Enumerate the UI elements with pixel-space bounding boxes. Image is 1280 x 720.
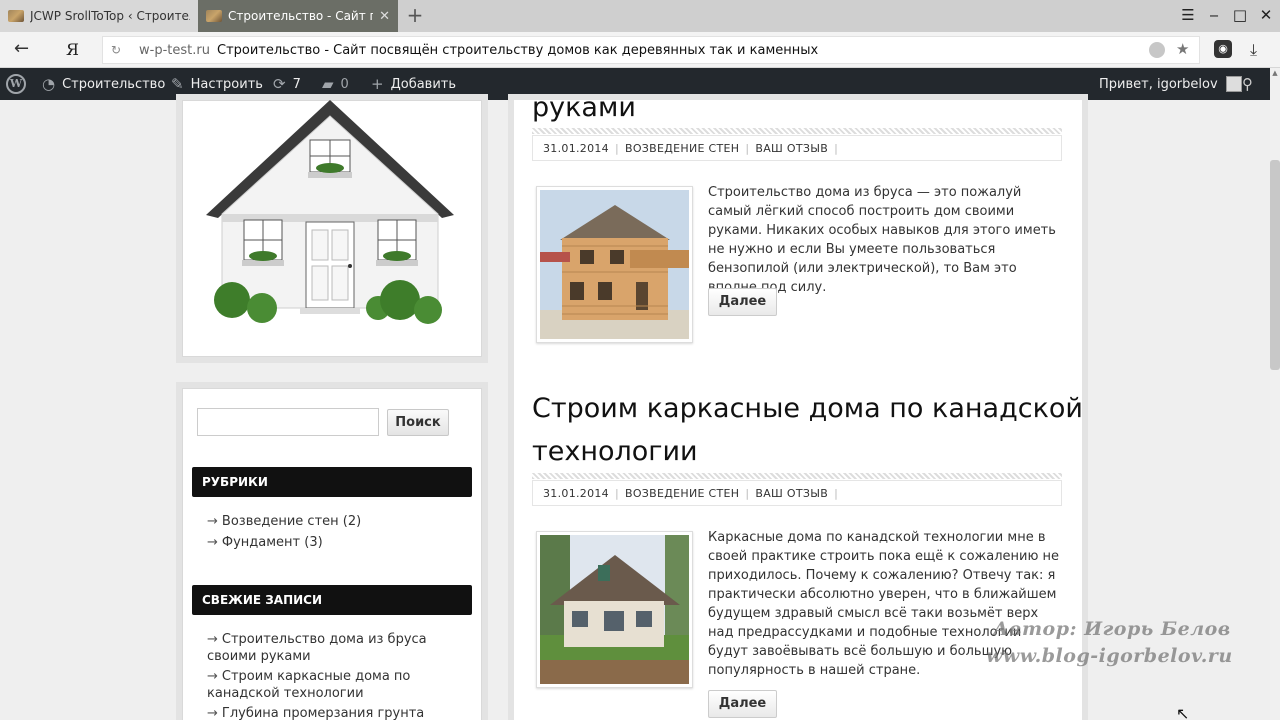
updates-menu[interactable]: ⟳ 7 bbox=[273, 68, 301, 100]
recent-post-link[interactable]: → Строим каркасные дома по канадской техн… bbox=[207, 668, 467, 702]
recent-posts-widget-title: СВЕЖИЕ ЗАПИСИ bbox=[192, 585, 472, 615]
scrollbar-thumb[interactable] bbox=[1270, 160, 1280, 370]
url-field[interactable]: ↻ w-p-test.ru Строительство - Сайт посвя… bbox=[102, 36, 1200, 64]
post-category-link[interactable]: ВОЗВЕДЕНИЕ СТЕН bbox=[625, 142, 739, 155]
category-item[interactable]: → Возведение стен (2) bbox=[207, 513, 361, 530]
blog-url-watermark: www.blog-igorbelov.ru bbox=[986, 645, 1233, 667]
post-title[interactable]: Строим каркасные дома по канадской техно… bbox=[532, 387, 1083, 473]
post-comments-link[interactable]: ВАШ ОТЗЫВ bbox=[755, 142, 828, 155]
arrow-right-icon: → bbox=[207, 514, 218, 529]
site-favicon-icon bbox=[206, 10, 222, 22]
address-bar: ← Я ↻ w-p-test.ru Строительство - Сайт п… bbox=[0, 32, 1280, 68]
site-name-label: Строительство bbox=[62, 76, 166, 92]
protect-icon[interactable] bbox=[1149, 42, 1165, 58]
author-watermark: Автор: Игорь Белов bbox=[993, 618, 1231, 640]
post-title-line1: Строим каркасные дома по канадской bbox=[532, 393, 1083, 424]
arrow-right-icon: → bbox=[207, 535, 218, 550]
browser-tab-jcwp[interactable]: JCWP SrollToTop ‹ Строительство bbox=[0, 0, 198, 32]
plus-icon: + bbox=[371, 75, 384, 93]
maximize-icon[interactable]: □ bbox=[1230, 6, 1250, 24]
recent-post-line2: канадской технологии bbox=[207, 686, 364, 701]
post-thumbnail[interactable] bbox=[536, 186, 693, 343]
search-button[interactable]: Поиск bbox=[387, 409, 449, 436]
post-date: 31.01.2014 bbox=[543, 486, 609, 500]
comments-menu[interactable]: ▰ 0 bbox=[322, 68, 349, 100]
post-title[interactable]: руками bbox=[532, 86, 636, 129]
read-more-button[interactable]: Далее bbox=[708, 288, 777, 316]
comments-count: 0 bbox=[340, 76, 349, 92]
yandex-logo[interactable]: Я bbox=[66, 40, 79, 59]
minimize-icon[interactable]: ‒ bbox=[1204, 6, 1224, 24]
tab-close-icon[interactable]: ✕ bbox=[379, 9, 390, 24]
tab-title: Строительство - Сайт посвящён строительс… bbox=[228, 9, 373, 23]
url-page-title: Строительство - Сайт посвящён строительс… bbox=[217, 43, 819, 58]
avatar bbox=[1225, 76, 1242, 92]
menu-icon[interactable]: ☰ bbox=[1178, 6, 1198, 24]
frame-house-photo bbox=[540, 535, 689, 684]
download-icon[interactable]: ⤓ bbox=[1250, 40, 1257, 60]
site-favicon-icon bbox=[8, 10, 24, 22]
post-date: 31.01.2014 bbox=[543, 141, 609, 155]
location-icon[interactable]: ◉ bbox=[1214, 40, 1232, 58]
account-menu[interactable]: Привет, igorbelov bbox=[1099, 68, 1242, 100]
site-name-menu[interactable]: ◔ Строительство bbox=[42, 68, 165, 100]
wp-logo-menu[interactable]: W bbox=[6, 68, 26, 100]
customize-label: Настроить bbox=[190, 76, 263, 92]
post-title-line2: технологии bbox=[532, 436, 698, 467]
url-domain: w-p-test.ru bbox=[139, 43, 210, 58]
category-label: Фундамент (3) bbox=[221, 535, 323, 550]
recent-post-link[interactable]: → Глубина промерзания грунта bbox=[207, 705, 467, 720]
comment-bubble-icon: ▰ bbox=[322, 75, 334, 93]
close-window-icon[interactable]: ✕ bbox=[1256, 6, 1276, 24]
categories-widget-title: РУБРИКИ bbox=[192, 467, 472, 497]
read-more-button[interactable]: Далее bbox=[708, 690, 777, 718]
arrow-right-icon: → bbox=[207, 669, 218, 684]
customize-menu[interactable]: ✎ Настроить bbox=[171, 68, 263, 100]
title-divider bbox=[532, 473, 1062, 479]
search-input[interactable] bbox=[197, 408, 379, 436]
mouse-cursor-icon: ↖ bbox=[1176, 704, 1190, 720]
arrow-right-icon: → bbox=[207, 632, 218, 647]
brush-icon: ✎ bbox=[171, 75, 184, 93]
post-comments-link[interactable]: ВАШ ОТЗЫВ bbox=[755, 487, 828, 500]
post-category-link[interactable]: ВОЗВЕДЕНИЕ СТЕН bbox=[625, 487, 739, 500]
admin-search-button[interactable]: ⚲ bbox=[1242, 68, 1253, 100]
updates-count: 7 bbox=[292, 76, 301, 92]
greeting-label: Привет, igorbelov bbox=[1099, 76, 1218, 92]
reload-icon[interactable]: ↻ bbox=[111, 43, 121, 57]
house-logo-image[interactable] bbox=[200, 100, 460, 330]
new-tab-button[interactable]: + bbox=[404, 4, 426, 28]
recent-post-link[interactable]: → Строительство дома из бруса своими рука… bbox=[207, 631, 467, 665]
post-meta: 31.01.2014 | ВОЗВЕДЕНИЕ СТЕН | ВАШ ОТЗЫВ | bbox=[532, 480, 1062, 506]
arrow-right-icon: → bbox=[207, 706, 218, 720]
scroll-up-arrow-icon[interactable]: ▲ bbox=[1270, 68, 1280, 78]
tab-title: JCWP SrollToTop ‹ Строительство bbox=[30, 9, 190, 23]
post-excerpt: Строительство дома из бруса — это пожалу… bbox=[708, 185, 1056, 295]
title-divider bbox=[532, 128, 1062, 134]
back-arrow-icon[interactable]: ← bbox=[14, 38, 29, 59]
post-thumbnail[interactable] bbox=[536, 531, 693, 688]
search-icon: ⚲ bbox=[1242, 75, 1253, 93]
dashboard-icon: ◔ bbox=[42, 75, 56, 93]
updates-icon: ⟳ bbox=[273, 75, 286, 93]
post-meta: 31.01.2014 | ВОЗВЕДЕНИЕ СТЕН | ВАШ ОТЗЫВ | bbox=[532, 135, 1062, 161]
recent-post-line1: Строительство дома из бруса bbox=[221, 632, 427, 647]
add-new-menu[interactable]: + Добавить bbox=[371, 68, 456, 100]
browser-tab-stroitelstvo[interactable]: Строительство - Сайт посвящён строительс… bbox=[198, 0, 398, 32]
recent-post-line2: своими руками bbox=[207, 649, 311, 664]
wordpress-logo-icon: W bbox=[6, 74, 26, 94]
timber-house-photo bbox=[540, 190, 689, 339]
add-new-label: Добавить bbox=[390, 76, 457, 92]
category-item[interactable]: → Фундамент (3) bbox=[207, 534, 323, 551]
bookmark-star-icon[interactable]: ★ bbox=[1176, 40, 1189, 58]
category-label: Возведение стен (2) bbox=[221, 514, 362, 529]
recent-post-line1: Строим каркасные дома по bbox=[221, 669, 411, 684]
browser-tab-strip: JCWP SrollToTop ‹ Строительство Строител… bbox=[0, 0, 1280, 32]
recent-post-line1: Глубина промерзания грунта bbox=[221, 706, 425, 720]
